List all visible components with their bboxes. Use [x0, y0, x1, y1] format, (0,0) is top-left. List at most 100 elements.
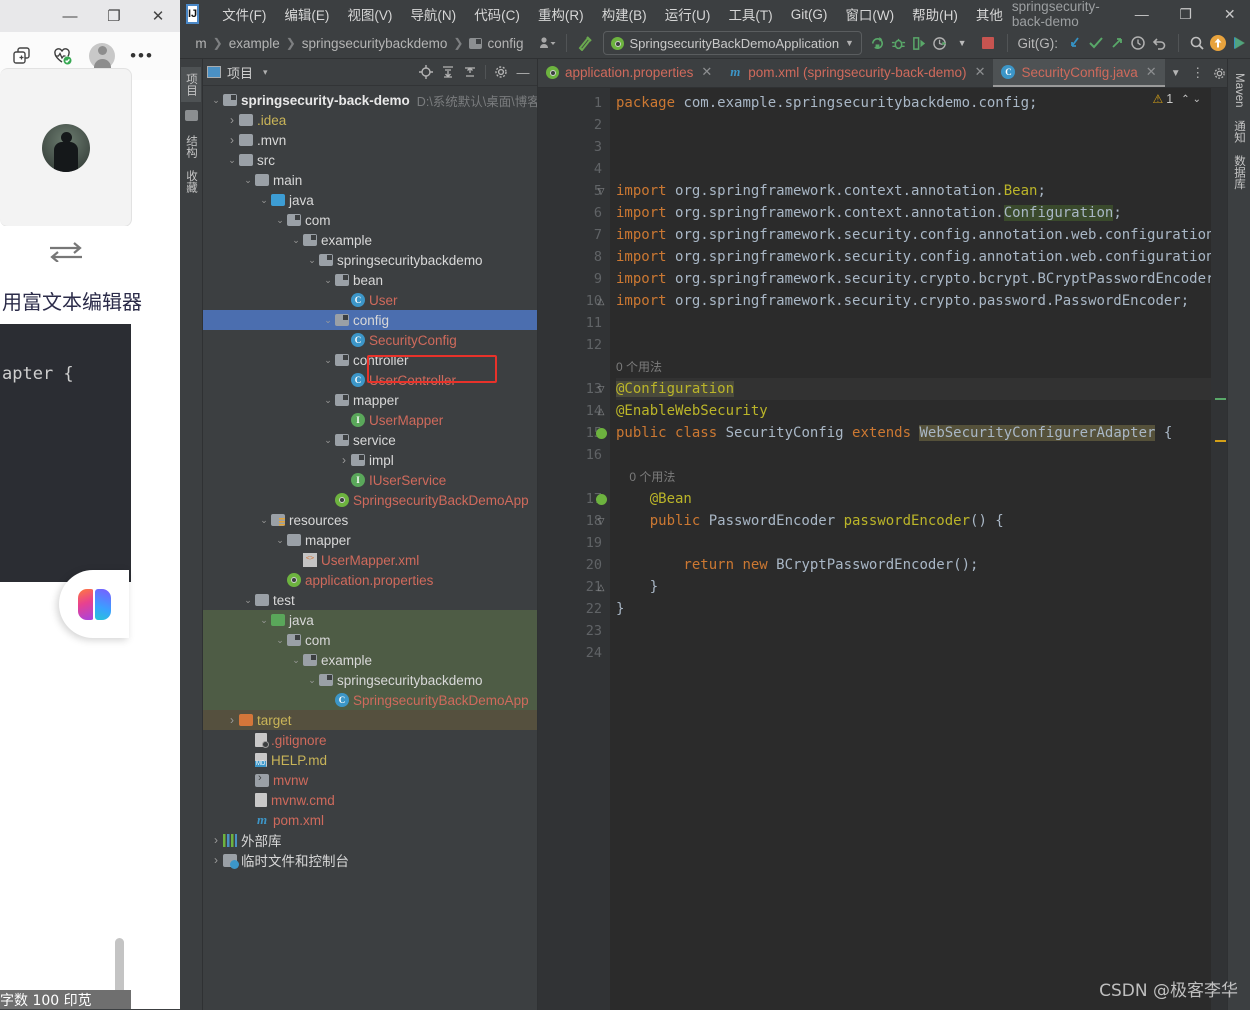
menu-build[interactable]: 构建(B) — [593, 2, 656, 26]
more-vertical-icon[interactable]: ⋮ — [1187, 60, 1209, 86]
fold-marker-icon[interactable]: △ — [594, 290, 608, 312]
tree-node-usermapper[interactable]: I UserMapper — [203, 410, 537, 430]
tree-node-help-md[interactable]: HELP.md — [203, 750, 537, 770]
menu-refactor[interactable]: 重构(R) — [529, 2, 593, 26]
tree-node-example[interactable]: ⌄ example — [203, 650, 537, 670]
fold-marker-icon[interactable]: ▽ — [594, 180, 608, 202]
rollback-icon[interactable] — [1149, 31, 1170, 55]
chevron-down-icon[interactable]: ⌄ — [209, 95, 223, 106]
error-stripe-gutter[interactable] — [1211, 88, 1227, 1010]
fold-column[interactable]: ▽ △ ▽ △ ▽ △ — [594, 92, 608, 664]
tool-tab-notifications[interactable]: 通知 — [1229, 114, 1249, 149]
tree-node-idea[interactable]: › .idea — [203, 110, 537, 130]
tree-node-java[interactable]: ⌄ java — [203, 610, 537, 630]
menu-view[interactable]: 视图(V) — [338, 2, 401, 26]
tree-node-springsecuritybackdemoapp[interactable]: C SpringsecurityBackDemoApp — [203, 690, 537, 710]
update-project-icon[interactable] — [1064, 31, 1085, 55]
close-icon[interactable]: ✕ — [136, 0, 180, 32]
stop-icon[interactable] — [978, 31, 999, 55]
chevron-right-icon[interactable]: › — [209, 833, 223, 847]
collapse-all-icon[interactable] — [460, 62, 480, 82]
tree-node-mvn[interactable]: › .mvn — [203, 130, 537, 150]
tree-node-mapper[interactable]: ⌄ mapper — [203, 390, 537, 410]
breadcrumb-m[interactable]: m — [193, 36, 208, 51]
tab-securityconfig-java[interactable]: C SecurityConfig.java ✕ — [993, 59, 1165, 87]
code-editor[interactable]: ▽ △ ▽ △ ▽ △ 1 2 3 4 5 6 7 8 9 10 11 12 13 14 15 16 17 18 19 20 21 2… — [538, 88, 1227, 1010]
project-panel-title[interactable]: 项目 ▾ — [207, 63, 268, 82]
tool-tab-project[interactable]: 项目 — [181, 67, 201, 102]
ai-assistant-icon[interactable] — [1229, 31, 1250, 55]
menu-code[interactable]: 代码(C) — [465, 2, 529, 26]
tree-node-pom-xml[interactable]: m pom.xml — [203, 810, 537, 830]
user-dropdown-icon[interactable] — [537, 31, 558, 55]
run-dropdown-icon[interactable]: ▼ — [951, 31, 972, 55]
chevron-down-icon[interactable]: ⌄ — [225, 155, 239, 166]
hide-panel-icon[interactable]: — — [513, 62, 533, 82]
chevron-down-icon[interactable]: ⌄ — [257, 515, 271, 526]
rich-text-editor-label[interactable]: 用富文本编辑器 — [0, 276, 142, 324]
swap-editor-row[interactable] — [0, 226, 131, 276]
chevron-down-icon[interactable]: ⌄ — [305, 255, 319, 266]
breadcrumb-example[interactable]: example — [227, 36, 282, 51]
tree-node-[interactable]: › 临时文件和控制台 — [203, 850, 537, 870]
more-options-icon[interactable]: ••• — [126, 40, 158, 72]
tree-node-controller[interactable]: ⌄ controller — [203, 350, 537, 370]
debug-icon[interactable] — [888, 31, 909, 55]
tree-node-mapper[interactable]: ⌄ mapper — [203, 530, 537, 550]
chevron-down-icon[interactable]: ⌄ — [273, 215, 287, 226]
tree-node-main[interactable]: ⌄ main — [203, 170, 537, 190]
expand-all-icon[interactable] — [438, 62, 458, 82]
minimize-icon[interactable]: — — [1120, 0, 1164, 28]
menu-window[interactable]: 窗口(W) — [836, 2, 903, 26]
tree-node-user[interactable]: C User — [203, 290, 537, 310]
tree-node-impl[interactable]: › impl — [203, 450, 537, 470]
chevron-right-icon[interactable]: › — [225, 713, 239, 727]
chevron-down-icon[interactable]: ⌄ — [257, 615, 271, 626]
tree-node-gitignore[interactable]: .gitignore — [203, 730, 537, 750]
tool-tab-maven[interactable]: Maven — [1231, 67, 1247, 114]
build-hammer-icon[interactable] — [575, 31, 596, 55]
minimize-icon[interactable]: — — [48, 0, 92, 32]
tool-tab-database[interactable]: 数据库 — [1229, 149, 1249, 196]
menu-git[interactable]: Git(G) — [782, 5, 837, 24]
tree-node-bean[interactable]: ⌄ bean — [203, 270, 537, 290]
history-icon[interactable] — [1127, 31, 1148, 55]
search-everywhere-icon[interactable] — [1187, 31, 1208, 55]
locate-icon[interactable] — [416, 62, 436, 82]
tree-node-service[interactable]: ⌄ service — [203, 430, 537, 450]
tool-tab-structure[interactable]: 结构 — [181, 129, 201, 164]
line-number-gutter[interactable]: ▽ △ ▽ △ ▽ △ 1 2 3 4 5 6 7 8 9 10 11 12 13 14 15 16 17 18 19 20 21 2… — [538, 88, 610, 1010]
chevron-down-icon[interactable]: ▼ — [1165, 60, 1187, 86]
tree-node-com[interactable]: ⌄ com — [203, 210, 537, 230]
run-configuration-selector[interactable]: SpringsecurityBackDemoApplication ▼ — [602, 31, 862, 55]
fold-marker-icon[interactable]: ▽ — [594, 510, 608, 532]
prev-problem-icon[interactable]: ⌃ — [1181, 94, 1189, 105]
chevron-down-icon[interactable]: ▾ — [263, 67, 268, 78]
tree-node-usermapper-xml[interactable]: UserMapper.xml — [203, 550, 537, 570]
chevron-down-icon[interactable]: ⌄ — [289, 235, 303, 246]
run-with-coverage-icon[interactable] — [909, 31, 930, 55]
tree-node-resources[interactable]: ⌄ resources — [203, 510, 537, 530]
code-content[interactable]: package com.example.springsecuritybackde… — [610, 88, 1211, 1010]
fold-marker-icon[interactable]: ▽ — [594, 378, 608, 400]
maximize-icon[interactable]: ❐ — [1164, 0, 1208, 28]
tree-node-springsecuritybackdemo[interactable]: ⌄ springsecuritybackdemo — [203, 250, 537, 270]
breadcrumb-springsecuritybackdemo[interactable]: springsecuritybackdemo — [300, 36, 450, 51]
chevron-right-icon[interactable]: › — [225, 133, 239, 147]
menu-tools[interactable]: 工具(T) — [719, 2, 781, 26]
tree-node-example[interactable]: ⌄ example — [203, 230, 537, 250]
menu-other[interactable]: 其他 — [967, 2, 1012, 26]
tree-node-usercontroller[interactable]: C UserController — [203, 370, 537, 390]
commit-icon[interactable] — [1085, 31, 1106, 55]
menu-run[interactable]: 运行(U) — [656, 2, 720, 26]
update-badge-icon[interactable] — [1208, 31, 1229, 55]
rerun-icon[interactable] — [867, 31, 888, 55]
chevron-down-icon[interactable]: ⌄ — [241, 595, 255, 606]
tree-node-securityconfig[interactable]: C SecurityConfig — [203, 330, 537, 350]
tree-node-application-properties[interactable]: application.properties — [203, 570, 537, 590]
tree-node-config[interactable]: ⌄ config — [203, 310, 537, 330]
menu-help[interactable]: 帮助(H) — [903, 2, 967, 26]
close-icon[interactable]: ✕ — [1208, 0, 1250, 28]
menu-navigate[interactable]: 导航(N) — [401, 2, 465, 26]
tree-node-mvnw[interactable]: mvnw — [203, 770, 537, 790]
